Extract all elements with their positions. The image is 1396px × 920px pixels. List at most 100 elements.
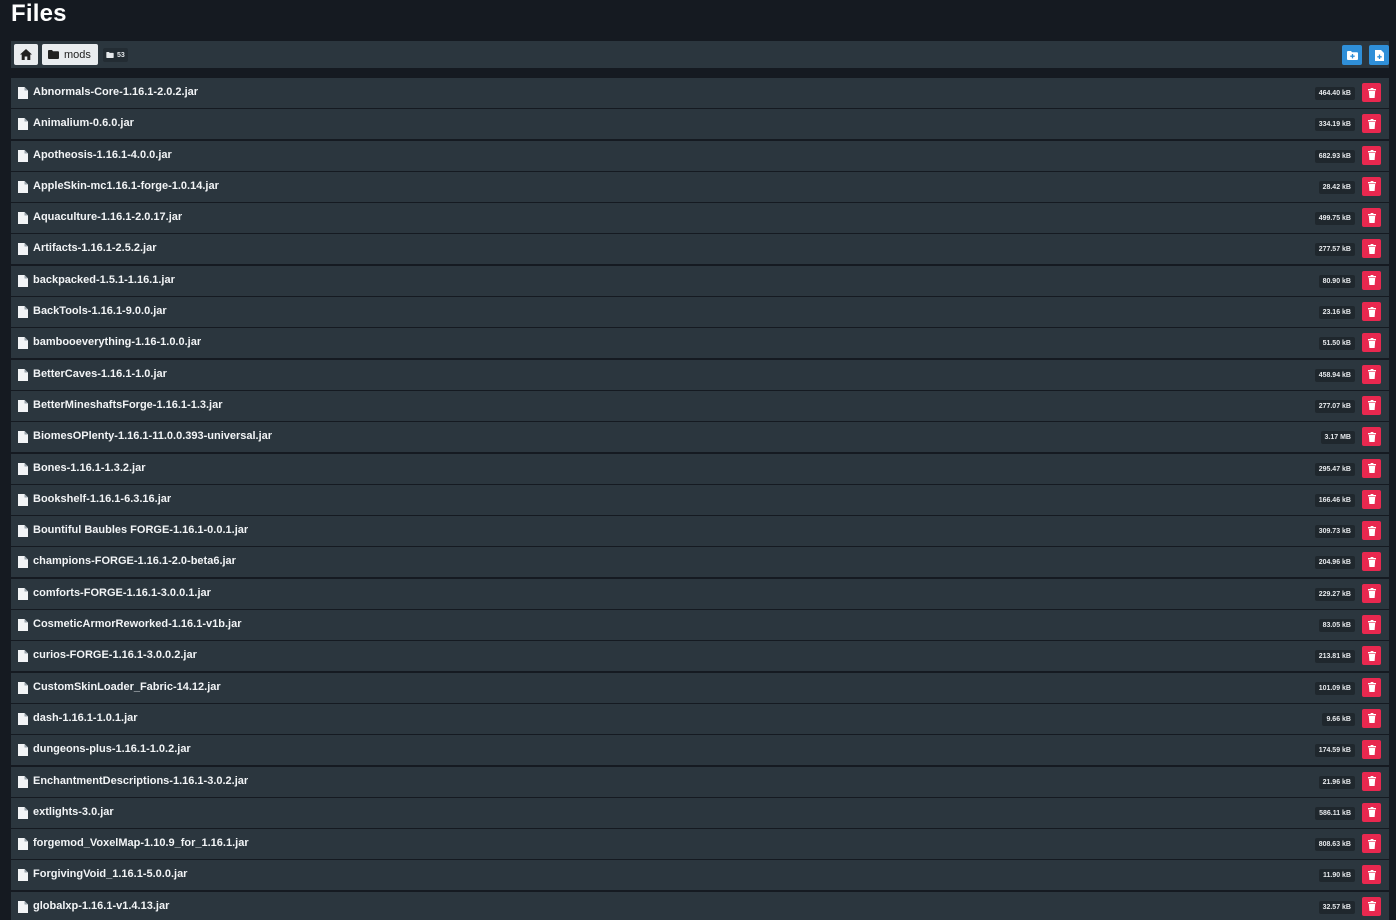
file-row[interactable]: Animalium-0.6.0.jar 334.19 kB bbox=[11, 109, 1389, 140]
delete-file-button[interactable] bbox=[1362, 427, 1381, 447]
file-row[interactable]: bambooeverything-1.16-1.0.0.jar 51.50 kB bbox=[11, 328, 1389, 359]
delete-file-button[interactable] bbox=[1362, 208, 1381, 228]
file-row[interactable]: BiomesOPlenty-1.16.1-11.0.0.393-universa… bbox=[11, 422, 1389, 453]
file-size: 808.63 kB bbox=[1314, 838, 1355, 852]
file-icon bbox=[18, 431, 28, 444]
file-name[interactable]: extlights-3.0.jar bbox=[33, 806, 114, 818]
file-row[interactable]: CosmeticArmorReworked-1.16.1-v1b.jar 83.0… bbox=[11, 610, 1389, 641]
delete-file-button[interactable] bbox=[1362, 896, 1381, 916]
new-file-button[interactable] bbox=[1369, 45, 1389, 65]
delete-file-button[interactable] bbox=[1362, 364, 1381, 384]
trash-icon bbox=[1367, 682, 1376, 693]
file-row[interactable]: Artifacts-1.16.1-2.5.2.jar 277.57 kB bbox=[11, 234, 1389, 265]
file-row[interactable]: dash-1.16.1-1.0.1.jar 9.66 kB bbox=[11, 703, 1389, 734]
file-icon bbox=[18, 681, 28, 694]
delete-file-button[interactable] bbox=[1362, 740, 1381, 760]
file-row[interactable]: Aquaculture-1.16.1-2.0.17.jar 499.75 kB bbox=[11, 203, 1389, 234]
delete-file-button[interactable] bbox=[1362, 333, 1381, 353]
file-name[interactable]: AppleSkin-mc1.16.1-forge-1.0.14.jar bbox=[33, 180, 219, 192]
file-row[interactable]: Abnormals-Core-1.16.1-2.0.2.jar 464.40 kB bbox=[11, 78, 1389, 108]
folder-icon bbox=[48, 50, 59, 59]
file-icon bbox=[18, 650, 28, 663]
file-row[interactable]: EnchantmentDescriptions-1.16.1-3.0.2.jar… bbox=[11, 766, 1389, 797]
delete-file-button[interactable] bbox=[1362, 615, 1381, 635]
file-row[interactable]: ForgivingVoid_1.16.1-5.0.0.jar 11.90 kB bbox=[11, 860, 1389, 891]
delete-file-button[interactable] bbox=[1362, 114, 1381, 134]
file-icon bbox=[18, 869, 28, 882]
breadcrumb-folder-label: mods bbox=[64, 48, 91, 61]
file-row[interactable]: BetterMineshaftsForge-1.16.1-1.3.jar 277.… bbox=[11, 390, 1389, 421]
new-folder-button[interactable] bbox=[1342, 45, 1362, 65]
delete-file-button[interactable] bbox=[1362, 458, 1381, 478]
file-name[interactable]: Aquaculture-1.16.1-2.0.17.jar bbox=[33, 211, 182, 223]
file-row[interactable]: BackTools-1.16.1-9.0.0.jar 23.16 kB bbox=[11, 297, 1389, 328]
delete-file-button[interactable] bbox=[1362, 489, 1381, 509]
trash-icon bbox=[1367, 463, 1376, 474]
file-row[interactable]: champions-FORGE-1.16.1-2.0-beta6.jar 204.… bbox=[11, 547, 1389, 578]
delete-file-button[interactable] bbox=[1362, 708, 1381, 728]
file-name[interactable]: dash-1.16.1-1.0.1.jar bbox=[33, 712, 138, 724]
file-name[interactable]: Bookshelf-1.16.1-6.3.16.jar bbox=[33, 493, 171, 505]
file-name[interactable]: BackTools-1.16.1-9.0.0.jar bbox=[33, 305, 167, 317]
file-name[interactable]: BetterCaves-1.16.1-1.0.jar bbox=[33, 368, 167, 380]
delete-file-button[interactable] bbox=[1362, 865, 1381, 885]
file-name[interactable]: globalxp-1.16.1-v1.4.13.jar bbox=[33, 900, 169, 912]
file-row[interactable]: CustomSkinLoader_Fabric-14.12.jar 101.09 … bbox=[11, 672, 1389, 703]
file-row[interactable]: Bookshelf-1.16.1-6.3.16.jar 166.46 kB bbox=[11, 484, 1389, 515]
delete-file-button[interactable] bbox=[1362, 802, 1381, 822]
file-name[interactable]: Abnormals-Core-1.16.1-2.0.2.jar bbox=[33, 86, 198, 98]
file-name[interactable]: ForgivingVoid_1.16.1-5.0.0.jar bbox=[33, 868, 187, 880]
file-name[interactable]: CosmeticArmorReworked-1.16.1-v1b.jar bbox=[33, 618, 241, 630]
file-row[interactable]: forgemod_VoxelMap-1.10.9_for_1.16.1.jar 8… bbox=[11, 829, 1389, 860]
delete-file-button[interactable] bbox=[1362, 395, 1381, 415]
trash-icon bbox=[1367, 306, 1376, 317]
file-row[interactable]: AppleSkin-mc1.16.1-forge-1.0.14.jar 28.42… bbox=[11, 171, 1389, 202]
delete-file-button[interactable] bbox=[1362, 646, 1381, 666]
file-name[interactable]: Animalium-0.6.0.jar bbox=[33, 117, 134, 129]
file-size: 229.27 kB bbox=[1314, 587, 1355, 601]
file-name[interactable]: CustomSkinLoader_Fabric-14.12.jar bbox=[33, 681, 221, 693]
file-row[interactable]: Bountiful Baubles FORGE-1.16.1-0.0.1.jar… bbox=[11, 516, 1389, 547]
file-row[interactable]: BetterCaves-1.16.1-1.0.jar 458.94 kB bbox=[11, 359, 1389, 390]
delete-file-button[interactable] bbox=[1362, 677, 1381, 697]
delete-file-button[interactable] bbox=[1362, 176, 1381, 196]
delete-file-button[interactable] bbox=[1362, 270, 1381, 290]
file-row[interactable]: dungeons-plus-1.16.1-1.0.2.jar 174.59 kB bbox=[11, 735, 1389, 766]
file-name[interactable]: EnchantmentDescriptions-1.16.1-3.0.2.jar bbox=[33, 775, 248, 787]
file-name[interactable]: forgemod_VoxelMap-1.10.9_for_1.16.1.jar bbox=[33, 837, 249, 849]
breadcrumb-folder-mods[interactable]: mods bbox=[42, 44, 98, 65]
file-name[interactable]: Bones-1.16.1-1.3.2.jar bbox=[33, 462, 146, 474]
file-icon bbox=[18, 838, 28, 851]
file-name[interactable]: Apotheosis-1.16.1-4.0.0.jar bbox=[33, 149, 172, 161]
file-name[interactable]: BetterMineshaftsForge-1.16.1-1.3.jar bbox=[33, 399, 223, 411]
delete-file-button[interactable] bbox=[1362, 771, 1381, 791]
delete-file-button[interactable] bbox=[1362, 521, 1381, 541]
file-row[interactable]: comforts-FORGE-1.16.1-3.0.0.1.jar 229.27 … bbox=[11, 578, 1389, 609]
file-row[interactable]: extlights-3.0.jar 586.11 kB bbox=[11, 797, 1389, 828]
file-name[interactable]: BiomesOPlenty-1.16.1-11.0.0.393-universa… bbox=[33, 430, 272, 442]
delete-file-button[interactable] bbox=[1362, 239, 1381, 259]
file-name[interactable]: curios-FORGE-1.16.1-3.0.0.2.jar bbox=[33, 649, 197, 661]
delete-file-button[interactable] bbox=[1362, 583, 1381, 603]
file-icon bbox=[18, 619, 28, 632]
breadcrumb-home-button[interactable] bbox=[14, 44, 38, 65]
trash-icon bbox=[1367, 525, 1376, 536]
file-row[interactable]: Bones-1.16.1-1.3.2.jar 295.47 kB bbox=[11, 453, 1389, 484]
delete-file-button[interactable] bbox=[1362, 83, 1381, 102]
delete-file-button[interactable] bbox=[1362, 552, 1381, 572]
file-row[interactable]: globalxp-1.16.1-v1.4.13.jar 32.57 kB bbox=[11, 891, 1389, 920]
file-name[interactable]: dungeons-plus-1.16.1-1.0.2.jar bbox=[33, 743, 191, 755]
file-name[interactable]: Bountiful Baubles FORGE-1.16.1-0.0.1.jar bbox=[33, 524, 248, 536]
file-name[interactable]: backpacked-1.5.1-1.16.1.jar bbox=[33, 274, 175, 286]
file-name[interactable]: champions-FORGE-1.16.1-2.0-beta6.jar bbox=[33, 555, 236, 567]
file-row[interactable]: backpacked-1.5.1-1.16.1.jar 80.90 kB bbox=[11, 265, 1389, 296]
delete-file-button[interactable] bbox=[1362, 145, 1381, 165]
file-row[interactable]: Apotheosis-1.16.1-4.0.0.jar 682.93 kB bbox=[11, 140, 1389, 171]
file-icon bbox=[18, 587, 28, 600]
file-row[interactable]: curios-FORGE-1.16.1-3.0.0.2.jar 213.81 kB bbox=[11, 641, 1389, 672]
file-name[interactable]: bambooeverything-1.16-1.0.0.jar bbox=[33, 336, 201, 348]
file-name[interactable]: comforts-FORGE-1.16.1-3.0.0.1.jar bbox=[33, 587, 211, 599]
delete-file-button[interactable] bbox=[1362, 302, 1381, 322]
delete-file-button[interactable] bbox=[1362, 834, 1381, 854]
file-name[interactable]: Artifacts-1.16.1-2.5.2.jar bbox=[33, 242, 157, 254]
